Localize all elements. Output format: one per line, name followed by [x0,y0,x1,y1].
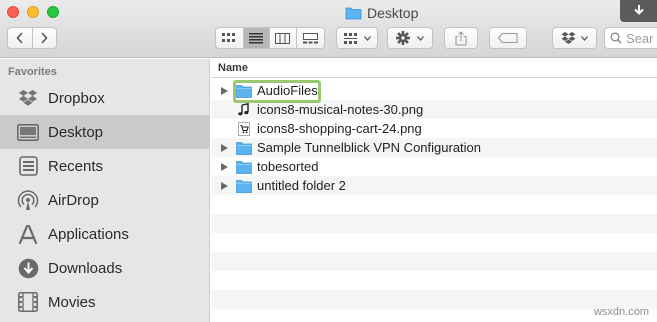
close-window-button[interactable] [7,6,19,18]
file-name: untitled folder 2 [257,178,346,193]
folder-icon [236,179,252,193]
column-header-label: Name [218,62,248,74]
sidebar: Favorites Dropbox Desktop Recents AirDro… [0,59,210,322]
share-icon [455,30,467,46]
music-note-icon [238,102,249,115]
recents-icon [17,155,39,177]
tags-button[interactable] [489,27,527,49]
share-button[interactable] [444,27,478,49]
disclosure-triangle-icon[interactable] [221,181,228,190]
view-mode-control [215,27,325,49]
back-button[interactable] [8,28,33,48]
action-button[interactable] [387,27,433,49]
file-name: icons8-musical-notes-30.png [257,102,424,117]
file-name: tobesorted [257,159,319,174]
minimize-window-button[interactable] [27,6,39,18]
sidebar-item-airdrop[interactable]: AirDrop [0,183,210,217]
download-overlay [620,0,657,22]
forward-button[interactable] [33,28,57,48]
navigation-buttons [7,27,57,49]
sidebar-item-label: Dropbox [48,89,105,107]
search-field[interactable]: Sear [604,27,657,49]
group-by-button[interactable] [336,27,378,49]
sidebar-item-label: AirDrop [48,191,99,209]
window-title: Desktop [345,4,418,22]
dropbox-toolbar-button[interactable] [552,27,597,49]
empty-row [211,195,657,214]
window-title-text: Desktop [367,5,419,21]
disclosure-triangle-icon[interactable] [221,143,228,152]
shopping-cart-icon [238,121,250,136]
file-name: Sample Tunnelblick VPN Configuration [257,140,482,155]
window-toolbar: Desktop Sear [0,0,657,58]
search-placeholder: Sear [626,30,654,46]
group-by-icon [343,32,357,44]
file-row-tunnelblick-config[interactable]: Sample Tunnelblick VPN Configuration [211,138,657,157]
folder-icon [236,160,252,174]
icon-view-button[interactable] [216,28,244,48]
sidebar-item-downloads[interactable]: Downloads [0,251,210,285]
sidebar-item-label: Applications [48,225,129,243]
dropbox-icon [17,87,39,109]
gear-icon [396,31,410,45]
column-view-icon [275,32,291,44]
sidebar-item-movies[interactable]: Movies [0,285,210,319]
empty-row [211,271,657,290]
sidebar-item-label: Downloads [48,259,123,277]
empty-row [211,290,657,309]
sidebar-item-desktop[interactable]: Desktop [0,115,210,149]
download-arrow-icon [633,5,644,15]
folder-icon [345,7,362,20]
sidebar-item-dropbox[interactable]: Dropbox [0,81,210,115]
chevron-left-icon [16,32,23,44]
sidebar-item-label: Desktop [48,123,104,141]
watermark: wsxdn.com [593,306,649,318]
airdrop-icon [17,189,39,211]
empty-row [211,252,657,271]
empty-row [211,309,657,322]
sidebar-section-header: Favorites [8,66,57,78]
column-view-button[interactable] [270,28,297,48]
sidebar-item-recents[interactable]: Recents [0,149,210,183]
search-icon [610,32,622,44]
gallery-view-button[interactable] [297,28,324,48]
name-column-header[interactable]: Name [211,59,657,78]
sidebar-item-applications[interactable]: Applications [0,217,210,251]
file-row-tobesorted[interactable]: tobesorted [211,157,657,176]
file-name: icons8-shopping-cart-24.png [257,121,422,136]
file-list: Name AudioFiles icons8-musical-notes-30.… [211,59,657,322]
applications-icon [17,223,39,245]
list-view-button[interactable] [243,28,271,48]
sidebar-item-label: Recents [48,157,104,175]
disclosure-triangle-icon[interactable] [221,162,228,171]
disclosure-triangle-icon[interactable] [221,86,228,95]
empty-row [211,214,657,233]
chevron-down-icon [363,35,371,41]
icon-view-icon [222,33,236,42]
sidebar-item-label: Movies [48,293,96,311]
desktop-icon [17,121,39,143]
file-row-untitled-folder-2[interactable]: untitled folder 2 [211,176,657,195]
chevron-down-icon [417,35,424,41]
gallery-view-icon [302,32,318,43]
empty-row [211,233,657,252]
downloads-icon [17,257,39,279]
list-view-icon [249,32,264,43]
focus-highlight [233,80,321,103]
dropbox-icon [561,31,576,44]
zoom-window-button[interactable] [47,6,59,18]
movies-icon [17,291,39,313]
chevron-right-icon [41,32,48,44]
tag-icon [498,33,518,43]
chevron-down-icon [581,35,588,41]
file-row-shopping-cart-png[interactable]: icons8-shopping-cart-24.png [211,119,657,138]
folder-icon [236,141,252,155]
